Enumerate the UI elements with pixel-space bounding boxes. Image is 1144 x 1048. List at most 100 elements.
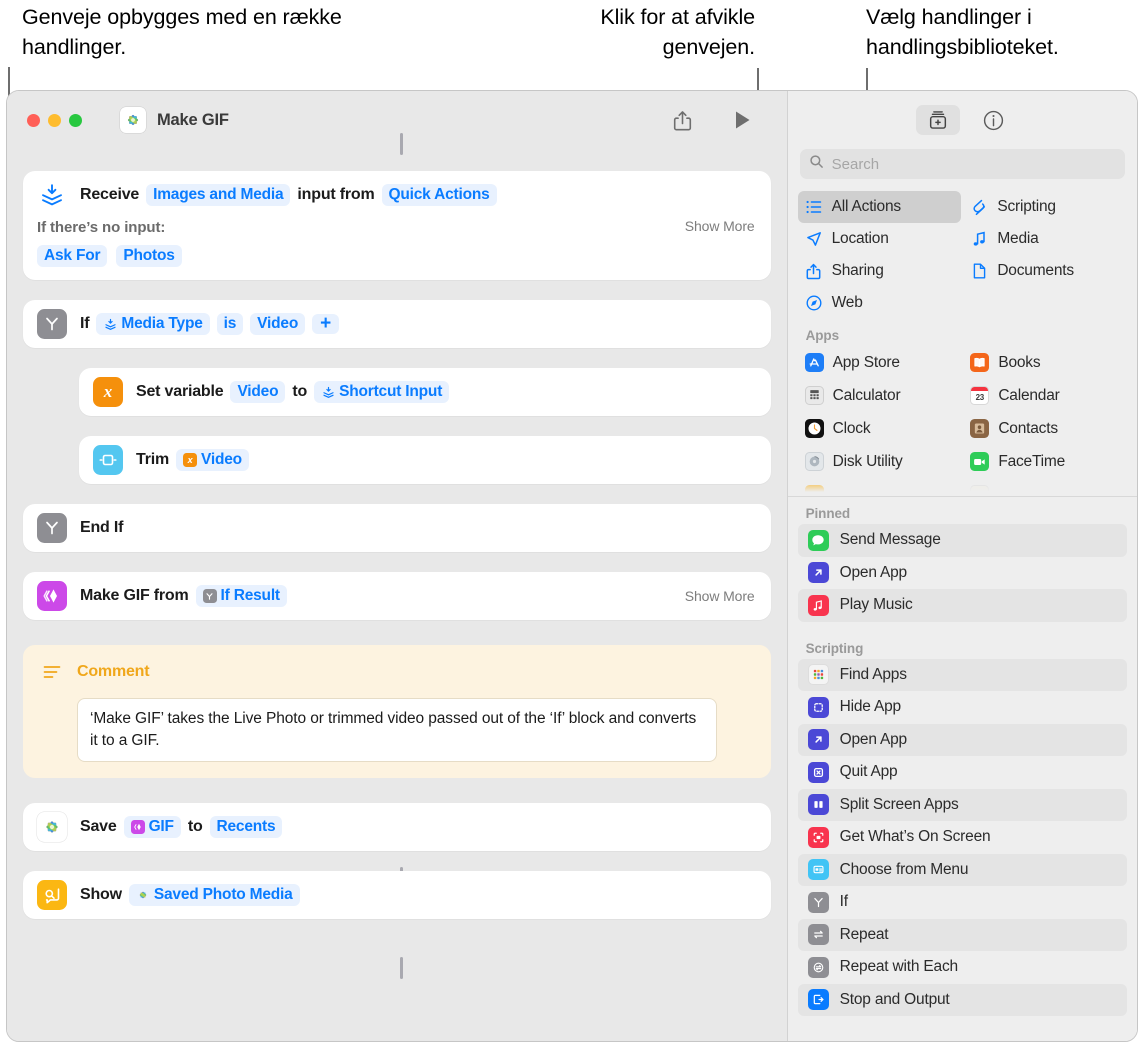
- category-web[interactable]: Web: [798, 287, 962, 319]
- scripting-list: Find Apps Hide App Open App Quit App Spl…: [788, 658, 1137, 1016]
- list-item-choose-from-menu[interactable]: Choose from Menu: [797, 853, 1127, 886]
- app-item-disk-utility[interactable]: Disk Utility: [798, 445, 962, 478]
- app-item-calculator[interactable]: Calculator: [798, 379, 962, 412]
- list-item-stop-and-output[interactable]: Stop and Output: [797, 983, 1127, 1016]
- list-item-play-music[interactable]: Play Music: [797, 589, 1127, 622]
- token-ask-for[interactable]: Ask For: [37, 245, 108, 267]
- category-location[interactable]: Location: [798, 223, 962, 255]
- search-icon: [809, 154, 824, 174]
- app-item-calendar[interactable]: 23 Calendar: [963, 379, 1127, 412]
- maximize-button[interactable]: [69, 113, 82, 127]
- action-library-icon[interactable]: [916, 105, 961, 135]
- category-scripting[interactable]: Scripting: [963, 191, 1127, 223]
- action-card-show[interactable]: Show Saved Photo Media: [23, 871, 771, 919]
- list-item-send-message[interactable]: Send Message: [797, 524, 1127, 557]
- app-item-clock[interactable]: Clock: [798, 412, 962, 445]
- list-item-open-app[interactable]: Open App: [797, 723, 1127, 756]
- music-icon: [807, 594, 829, 616]
- token-video-variable[interactable]: x Video: [176, 449, 249, 471]
- list-item-label: Open App: [839, 563, 908, 581]
- app-item-facetime[interactable]: FaceTime: [963, 445, 1127, 478]
- action-label: If: [80, 315, 90, 332]
- action-card-end-if[interactable]: End If: [23, 504, 771, 552]
- disk-utility-icon: [804, 452, 824, 471]
- info-icon[interactable]: [978, 105, 1008, 135]
- token-shortcut-input[interactable]: Shortcut Input: [314, 381, 450, 403]
- token-saved-photo-media[interactable]: Saved Photo Media: [128, 884, 300, 906]
- variable-glyph-icon: [103, 317, 117, 331]
- token-photos[interactable]: Photos: [116, 245, 182, 267]
- token-video-variable[interactable]: Video: [230, 381, 286, 403]
- token-if-result[interactable]: If Result: [195, 585, 287, 607]
- app-item-contacts[interactable]: Contacts: [963, 412, 1127, 445]
- action-card-make-gif[interactable]: Make GIF from If Result Show More: [23, 572, 771, 620]
- token-is[interactable]: is: [216, 313, 244, 335]
- callout-middle: Klik for at afvikle genvejen.: [600, 5, 755, 59]
- list-item-if[interactable]: If: [798, 886, 1127, 919]
- action-card-if[interactable]: If Media Type is Video +: [23, 300, 771, 348]
- action-card-save[interactable]: Save GIF to Recents: [23, 803, 771, 851]
- token-images-and-media[interactable]: Images and Media: [146, 184, 291, 206]
- flow-connector: [400, 133, 403, 155]
- action-label: Show: [80, 886, 122, 903]
- token-media-type[interactable]: Media Type: [96, 313, 210, 335]
- category-documents[interactable]: Documents: [963, 255, 1127, 287]
- token-gif[interactable]: GIF: [123, 816, 181, 838]
- action-label: Trim: [136, 451, 169, 468]
- page-title: Make GIF: [157, 110, 229, 129]
- app-item-app-store[interactable]: App Store: [798, 346, 962, 379]
- show-more-button[interactable]: Show More: [685, 588, 755, 604]
- action-label: Set variable: [136, 383, 224, 400]
- list-item-label: Send Message: [839, 531, 941, 549]
- minimize-button[interactable]: [48, 113, 61, 127]
- play-icon[interactable]: [731, 108, 755, 132]
- action-label: Save: [80, 818, 117, 835]
- quick-look-icon: [37, 880, 67, 910]
- token-quick-actions[interactable]: Quick Actions: [381, 184, 497, 206]
- comment-title: Comment: [77, 663, 150, 680]
- add-condition-button[interactable]: +: [312, 314, 339, 334]
- share-icon[interactable]: [671, 108, 695, 132]
- list-item-label: Stop and Output: [839, 990, 950, 1008]
- find-apps-icon: [807, 664, 829, 686]
- photos-glyph-icon: [136, 888, 150, 902]
- show-more-button[interactable]: Show More: [685, 218, 755, 234]
- category-media[interactable]: Media: [963, 223, 1127, 255]
- make-gif-icon: [37, 581, 67, 611]
- token-recents[interactable]: Recents: [209, 816, 283, 838]
- safari-compass-icon: [805, 294, 823, 312]
- photos-icon: [37, 812, 67, 842]
- list-item-repeat[interactable]: Repeat: [797, 918, 1127, 951]
- token-video[interactable]: Video: [250, 313, 306, 335]
- list-item-quit-app[interactable]: Quit App: [798, 756, 1127, 789]
- search-field[interactable]: [799, 149, 1125, 179]
- list-item-hide-app[interactable]: Hide App: [798, 691, 1127, 724]
- category-label: Media: [997, 230, 1039, 247]
- comment-text[interactable]: ‘Make GIF’ takes the Live Photo or trimm…: [77, 698, 717, 762]
- list-item-get-whats-on-screen[interactable]: Get What’s On Screen: [798, 821, 1127, 854]
- close-button[interactable]: [27, 113, 40, 127]
- action-card-trim[interactable]: Trim x Video: [79, 436, 771, 484]
- split-screen-icon: [807, 794, 829, 816]
- action-card-comment[interactable]: Comment ‘Make GIF’ takes the Live Photo …: [23, 645, 771, 778]
- category-all-actions[interactable]: All Actions: [797, 191, 962, 223]
- list-item-label: Choose from Menu: [839, 860, 969, 878]
- list-item-repeat-with-each[interactable]: Repeat with Each: [798, 951, 1127, 984]
- list-item-open-app[interactable]: Open App: [798, 557, 1127, 590]
- category-sharing[interactable]: Sharing: [798, 255, 962, 287]
- apps-section-header: Apps: [805, 328, 839, 343]
- repeat-each-icon: [807, 956, 829, 978]
- callout-left: Genveje opbygges med en række handlinger…: [22, 5, 342, 59]
- pinned-list: Send Message Open App Play Music: [788, 524, 1137, 622]
- app-item-books[interactable]: Books: [963, 346, 1127, 379]
- action-card-receive[interactable]: Receive Images and Media input from Quic…: [23, 171, 771, 280]
- search-input[interactable]: [831, 155, 1116, 173]
- callout-right: Vælg handlinger i handlingsbiblioteket.: [866, 5, 1059, 59]
- action-card-set-variable[interactable]: x Set variable Video to Shortcut Input: [79, 368, 771, 416]
- share-icon: [805, 262, 823, 280]
- list-item-split-screen-apps[interactable]: Split Screen Apps: [797, 788, 1127, 821]
- list-item-find-apps[interactable]: Find Apps: [797, 658, 1127, 691]
- traffic-lights: [27, 113, 82, 127]
- action-label: End If: [80, 519, 124, 536]
- clock-icon: [804, 419, 824, 438]
